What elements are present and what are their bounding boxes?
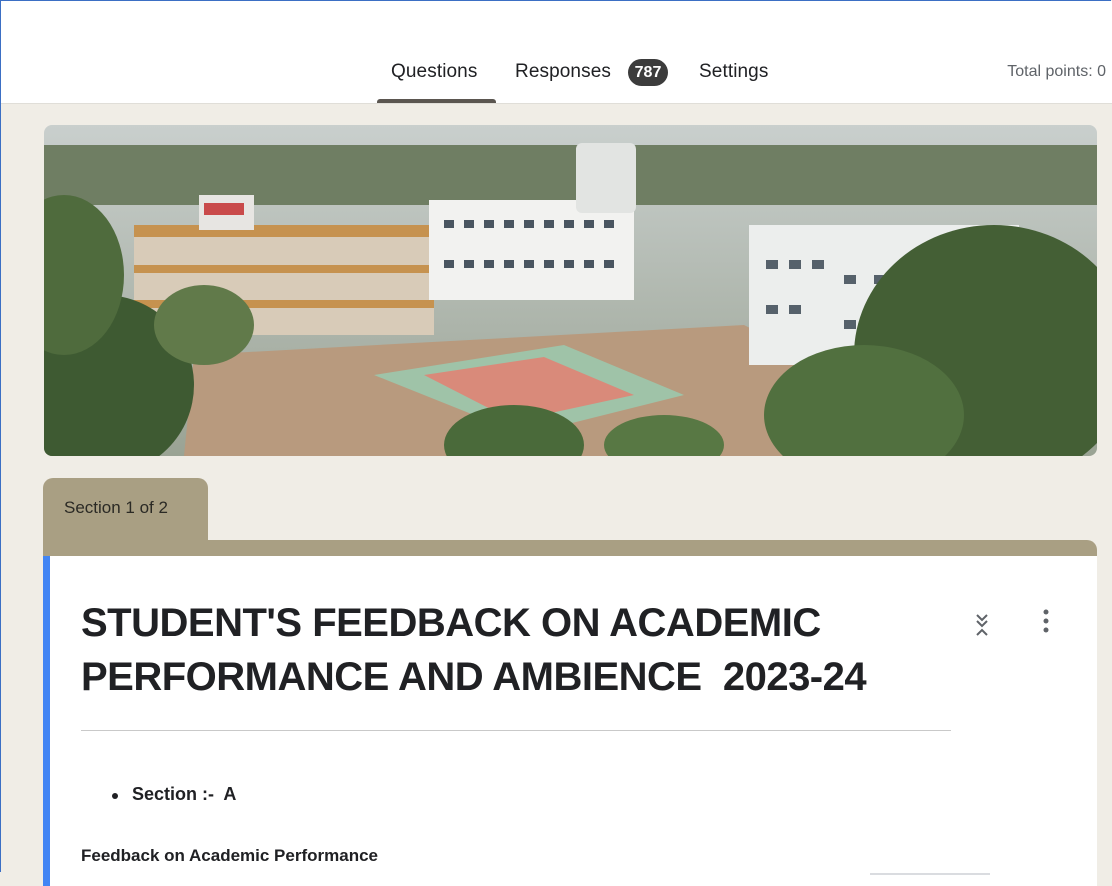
bullet-dot <box>112 793 118 799</box>
tab-responses[interactable]: Responses <box>515 61 611 83</box>
form-subheading: Feedback on Academic Performance <box>81 846 378 865</box>
title-underline <box>81 730 951 731</box>
header-banner-image <box>44 125 1097 456</box>
active-tab-indicator <box>377 99 496 103</box>
form-title[interactable]: STUDENT'S FEEDBACK ON ACADEMIC PERFORMAN… <box>81 596 961 704</box>
tab-settings[interactable]: Settings <box>699 61 768 83</box>
more-vert-icon[interactable] <box>1040 606 1052 640</box>
section-tab: Section 1 of 2 <box>43 478 208 548</box>
total-points-label: Total points: 0 <box>1007 63 1106 80</box>
responses-count-badge[interactable]: 787 <box>628 59 668 86</box>
section-bullet: Section :- A <box>132 784 237 804</box>
input-stub <box>870 873 990 875</box>
form-header-card[interactable]: STUDENT'S FEEDBACK ON ACADEMIC PERFORMAN… <box>43 556 1097 886</box>
top-bar: Questions Responses 787 Settings Total p… <box>1 1 1112 104</box>
section-label: Section 1 of 2 <box>64 498 168 517</box>
collapse-expand-icon[interactable] <box>972 610 992 640</box>
tab-questions[interactable]: Questions <box>391 61 477 83</box>
